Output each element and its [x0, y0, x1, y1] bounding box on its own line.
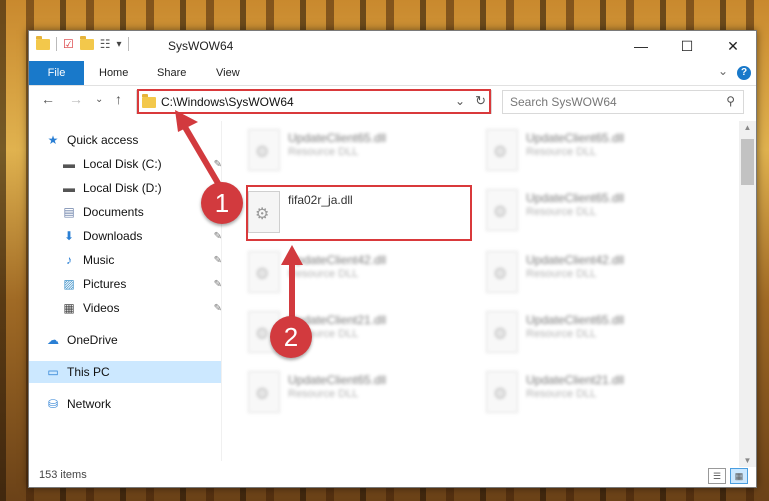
step-marker-2: 2 — [270, 316, 312, 358]
arrow-head-2 — [281, 245, 303, 265]
arrow-to-address-bar — [179, 120, 225, 192]
annotation-arrows — [175, 110, 303, 318]
step-marker-1: 1 — [201, 182, 243, 224]
